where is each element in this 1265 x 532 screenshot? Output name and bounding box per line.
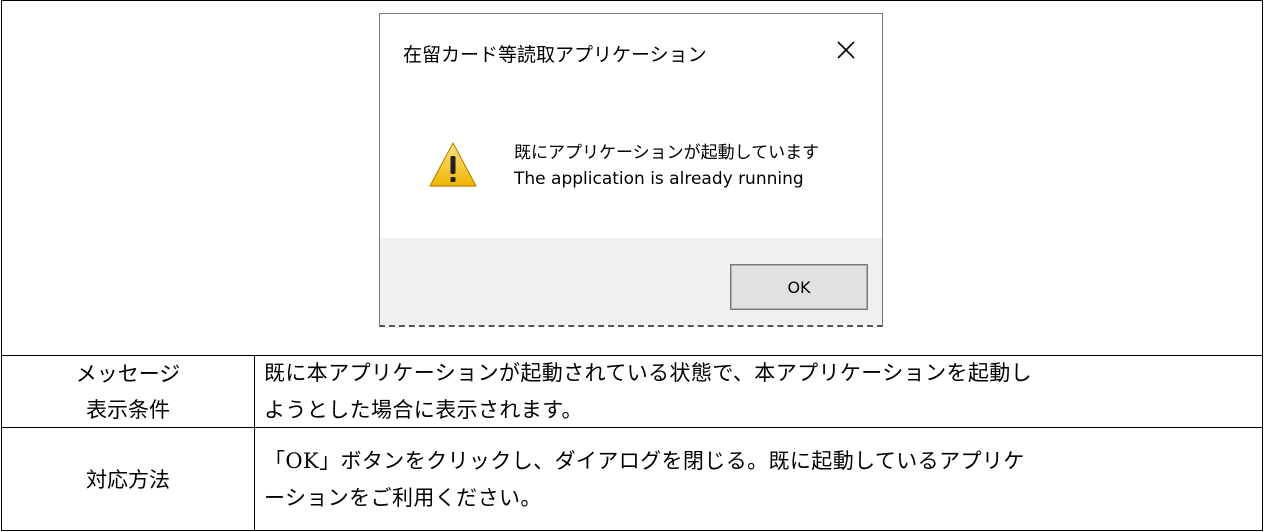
condition-label-line1: メッセージ (75, 361, 181, 386)
close-button[interactable] (828, 32, 864, 68)
condition-text-line2: ようとした場合に表示されます。 (264, 397, 583, 422)
dialog-footer: OK (380, 238, 882, 325)
dialog-title: 在留カード等読取アプリケーション (403, 44, 707, 66)
condition-label: メッセージ 表示条件 (2, 356, 255, 427)
dialog-message: 既にアプリケーションが起動しています The application is al… (514, 140, 819, 192)
action-label-text: 対応方法 (86, 467, 170, 492)
close-icon (837, 41, 855, 59)
action-text-line1: 「OK」ボタンをクリックし、ダイアログを閉じる。既に起動しているアプリケ (264, 448, 1025, 473)
screenshot-cell: 在留カード等読取アプリケーション 既にアプリケーションが起動しています The … (2, 1, 1262, 356)
condition-text-line1: 既に本アプリケーションが起動されている状態で、本アプリケーションを起動し (264, 360, 1033, 385)
action-label: 対応方法 (2, 428, 255, 531)
condition-text: 既に本アプリケーションが起動されている状態で、本アプリケーションを起動し ようと… (264, 356, 1252, 427)
message-spec-table: 在留カード等読取アプリケーション 既にアプリケーションが起動しています The … (1, 0, 1263, 531)
action-text-line2: ーションをご利用ください。 (264, 485, 542, 510)
warning-icon (429, 142, 477, 187)
message-english: The application is already running (514, 169, 804, 189)
action-row: 対応方法 「OK」ボタンをクリックし、ダイアログを閉じる。既に起動しているアプリ… (2, 428, 1262, 531)
condition-label-line2: 表示条件 (86, 397, 170, 422)
ok-button[interactable]: OK (730, 264, 868, 310)
message-japanese: 既にアプリケーションが起動しています (514, 143, 820, 163)
condition-row: メッセージ 表示条件 既に本アプリケーションが起動されている状態で、本アプリケー… (2, 356, 1262, 428)
action-text: 「OK」ボタンをクリックし、ダイアログを閉じる。既に起動しているアプリケ ーショ… (264, 428, 1252, 531)
error-dialog: 在留カード等読取アプリケーション 既にアプリケーションが起動しています The … (379, 13, 883, 327)
